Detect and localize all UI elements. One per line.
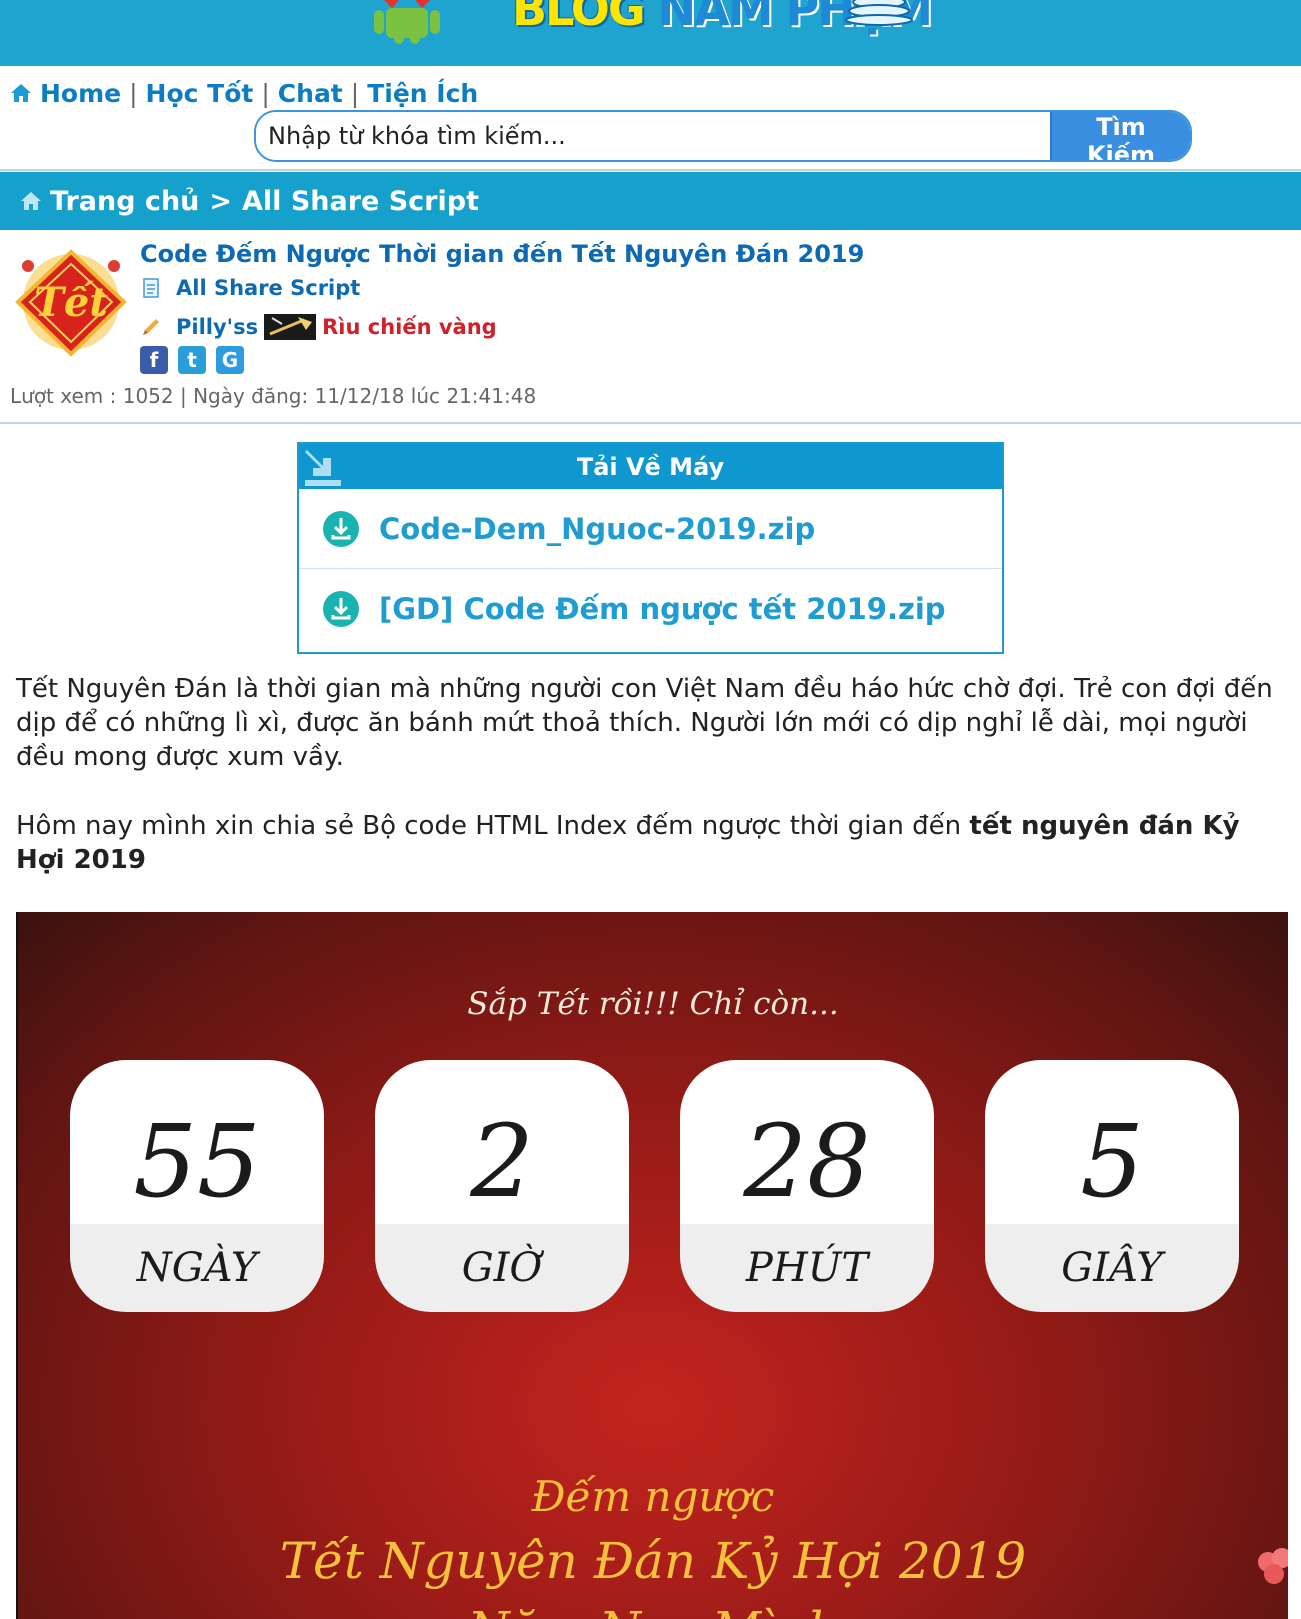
- top-nav: Home | Học Tốt | Chat | Tiện Ích: [10, 76, 478, 110]
- server-stack-icon: [845, 0, 913, 26]
- download-file-link[interactable]: Code-Dem_Nguoc-2019.zip: [299, 489, 1002, 569]
- peach-blossom-icon: [1258, 1548, 1288, 1584]
- facebook-share-icon[interactable]: f: [140, 346, 168, 374]
- countdown-minutes-tile: 28 PHÚT: [680, 1060, 934, 1312]
- post-category-link[interactable]: All Share Script: [176, 276, 360, 300]
- svg-text:Tết: Tết: [34, 279, 108, 326]
- countdown-heading-year: Năm Nay Mình: [18, 1602, 1288, 1619]
- countdown-heading: Đếm ngược: [531, 1472, 775, 1521]
- countdown-subtitle: Sắp Tết rồi!!! Chỉ còn...: [467, 986, 839, 1022]
- nav-hoc-tot-link[interactable]: Học Tốt: [146, 79, 254, 108]
- android-logo-icon: [374, 0, 440, 44]
- home-icon: [21, 192, 41, 210]
- download-icon: [323, 590, 359, 627]
- article-text: Hôm nay mình xin chia sẻ Bộ code HTML In…: [16, 811, 970, 841]
- download-file-link[interactable]: [GD] Code Đếm ngược tết 2019.zip: [299, 569, 1002, 648]
- nav-separator: |: [350, 78, 360, 108]
- countdown-days-value: 55: [133, 1103, 261, 1220]
- download-box: Tải Về Máy Code-Dem_Nguoc-2019.zip [GD] …: [297, 442, 1004, 654]
- nav-home-link[interactable]: Home: [40, 79, 121, 108]
- nav-separator: |: [261, 78, 270, 108]
- countdown-minutes-label: PHÚT: [745, 1245, 869, 1291]
- breadcrumb-arrow: >: [209, 185, 233, 217]
- countdown-seconds-tile: 5 GIÂY: [985, 1060, 1239, 1312]
- divider: [0, 169, 1301, 171]
- download-box-title: Tải Về Máy: [576, 452, 725, 481]
- countdown-hours-tile: 2 GIỜ: [375, 1060, 629, 1312]
- download-arrow-icon: [305, 450, 341, 486]
- document-icon: [143, 278, 159, 298]
- twitter-share-icon[interactable]: t: [178, 346, 206, 374]
- download-box-header: Tải Về Máy: [299, 444, 1002, 489]
- breadcrumb: Trang chủ > All Share Script: [0, 172, 1301, 230]
- post-author-line: Pilly'ss Rìu chiến vàng: [140, 314, 497, 340]
- countdown-seconds-value: 5: [1080, 1103, 1144, 1220]
- nav-chat-link[interactable]: Chat: [278, 79, 343, 108]
- breadcrumb-home-link[interactable]: Trang chủ: [50, 186, 199, 217]
- countdown-hours-value: 2: [470, 1103, 534, 1220]
- countdown-heading-event: Tết Nguyên Đán Kỷ Hợi 2019: [279, 1532, 1027, 1590]
- countdown-image: Sắp Tết rồi!!! Chỉ còn... 55 NGÀY 2 GIỜ …: [16, 912, 1288, 1619]
- author-rank: Rìu chiến vàng: [322, 315, 497, 339]
- search-bar: Tìm Kiếm: [254, 110, 1192, 162]
- nav-tien-ich-link[interactable]: Tiện Ích: [367, 79, 478, 108]
- search-button[interactable]: Tìm Kiếm: [1050, 112, 1190, 160]
- divider: [0, 422, 1301, 424]
- post-title[interactable]: Code Đếm Ngược Thời gian đến Tết Nguyên …: [140, 240, 864, 268]
- google-share-icon[interactable]: G: [216, 346, 244, 374]
- countdown-hours-label: GIỜ: [461, 1245, 543, 1291]
- article-paragraph: Hôm nay mình xin chia sẻ Bộ code HTML In…: [16, 809, 1286, 877]
- article-paragraph: Tết Nguyên Đán là thời gian mà những ngư…: [16, 674, 1273, 772]
- post-stats: Lượt xem : 1052 | Ngày đăng: 11/12/18 lú…: [10, 384, 537, 408]
- home-icon: [11, 84, 31, 102]
- download-file-name[interactable]: Code-Dem_Nguoc-2019.zip: [379, 512, 815, 546]
- countdown-days-tile: 55 NGÀY: [70, 1060, 324, 1312]
- post-category-line: All Share Script: [140, 276, 360, 300]
- breadcrumb-current[interactable]: All Share Script: [242, 186, 479, 217]
- download-icon: [323, 510, 359, 547]
- post-thumbnail-tet-image: Tết: [15, 249, 127, 357]
- nav-separator: |: [129, 78, 138, 108]
- countdown-minutes-value: 28: [743, 1103, 871, 1220]
- post-author-link[interactable]: Pilly'ss: [176, 315, 258, 339]
- pencil-icon: [143, 319, 159, 335]
- site-banner: BLOG NAM PHẠM: [0, 0, 1301, 66]
- download-file-name[interactable]: [GD] Code Đếm ngược tết 2019.zip: [379, 592, 946, 626]
- countdown-days-label: NGÀY: [136, 1245, 258, 1291]
- social-share: f t G: [140, 346, 244, 374]
- search-input[interactable]: [256, 112, 1050, 160]
- countdown-seconds-label: GIÂY: [1061, 1245, 1163, 1291]
- golden-axe-rank-icon: [264, 314, 317, 340]
- site-logo[interactable]: BLOG NAM PHẠM: [372, 0, 933, 46]
